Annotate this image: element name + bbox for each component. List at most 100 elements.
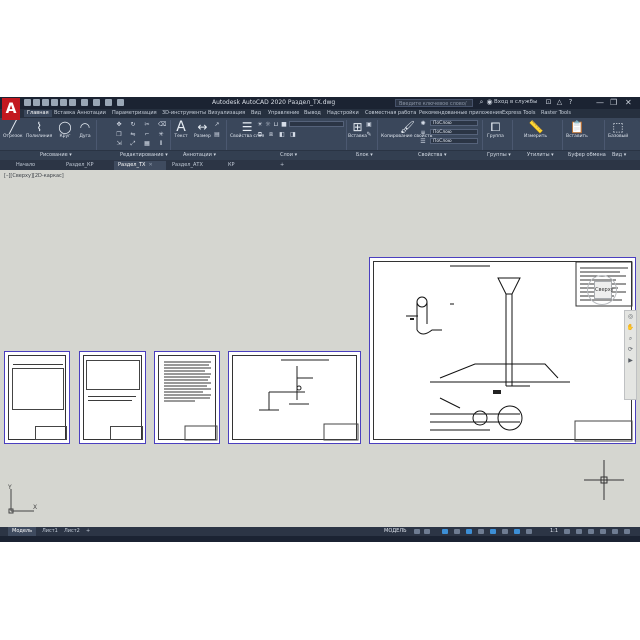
create-block-icon[interactable]: ▣: [366, 122, 372, 128]
viewcube-face[interactable]: Сверху: [594, 281, 614, 299]
add-layout-button[interactable]: +: [82, 527, 94, 536]
tab-insert[interactable]: Вставка: [54, 110, 75, 117]
tab-manage[interactable]: Управление: [268, 110, 299, 117]
panel-utilities[interactable]: Утилиты ▾: [527, 152, 554, 158]
offset-icon[interactable]: ⫴: [158, 141, 164, 147]
layer-dropdown[interactable]: [289, 121, 344, 127]
mirror-icon[interactable]: ⇋: [130, 132, 136, 138]
open-file-icon[interactable]: [33, 99, 40, 106]
tab-annotate[interactable]: Аннотации: [77, 110, 106, 117]
sun-icon[interactable]: ☼: [265, 122, 271, 128]
layer-off-icon[interactable]: ◨: [290, 132, 296, 138]
circle-tool[interactable]: ◯ Круг: [58, 120, 72, 139]
tab-raster-tools[interactable]: Raster Tools: [541, 110, 571, 117]
line-tool[interactable]: ╱ Отрезок: [3, 120, 23, 139]
new-file-icon[interactable]: [24, 99, 31, 106]
panel-draw[interactable]: Рисование ▾: [40, 152, 72, 158]
web-mobile-icon[interactable]: [60, 99, 67, 106]
isolate-objects-icon[interactable]: [600, 529, 606, 534]
viewcube[interactable]: Сверху: [587, 275, 617, 305]
dimension-tool[interactable]: ↔ Размер: [194, 120, 211, 139]
zoom-icon[interactable]: ⌕: [625, 333, 636, 344]
copy-icon[interactable]: ❐: [116, 132, 122, 138]
file-tab-kr-section[interactable]: Раздел_КР: [62, 161, 98, 170]
trim-icon[interactable]: ✂: [144, 122, 150, 128]
osnap-icon[interactable]: [490, 529, 496, 534]
quick-access-dropdown-icon[interactable]: [117, 99, 124, 106]
lineweight-dropdown[interactable]: ПоСлою: [430, 138, 478, 144]
color-square-icon[interactable]: ■: [281, 122, 287, 128]
new-tab-button[interactable]: +: [276, 161, 288, 170]
undo-icon[interactable]: [81, 99, 88, 106]
share-icon[interactable]: [105, 99, 112, 106]
search-icon[interactable]: ⌕: [478, 99, 485, 106]
signin-button[interactable]: Вход в службы: [494, 99, 537, 105]
viewport-controls[interactable]: [–][Сверху][2D-каркас]: [4, 173, 64, 179]
arc-tool[interactable]: ◠ Дуга: [78, 120, 92, 139]
orbit-icon[interactable]: ⟳: [625, 344, 636, 355]
panel-annotation[interactable]: Аннотации ▾: [183, 152, 216, 158]
file-tab-tx-section[interactable]: Раздел_ТХ ✕: [114, 161, 166, 170]
tab-layout1[interactable]: Лист1: [38, 527, 62, 536]
rotate-icon[interactable]: ↻: [130, 122, 136, 128]
search-input[interactable]: Введите ключевое слово/фразу: [395, 99, 473, 115]
linetype-dropdown[interactable]: ПоСлою: [430, 129, 478, 135]
close-tab-icon[interactable]: ✕: [148, 162, 152, 168]
tab-express-tools[interactable]: Express Tools: [502, 110, 535, 117]
group-tool[interactable]: ⧠ Группа: [487, 120, 504, 139]
help-icon[interactable]: ?: [567, 99, 574, 106]
pan-icon[interactable]: ✋: [625, 322, 636, 333]
drawing-sheet[interactable]: [79, 351, 146, 444]
tab-view[interactable]: Вид: [251, 110, 261, 117]
panel-view[interactable]: Вид ▾: [612, 152, 626, 158]
workspace-gear-icon[interactable]: [564, 529, 570, 534]
autocad-logo[interactable]: A: [2, 98, 20, 120]
steering-wheel-icon[interactable]: ◎: [625, 311, 636, 322]
fullscreen-icon[interactable]: [612, 529, 618, 534]
drawing-sheet[interactable]: [4, 351, 70, 444]
table-icon[interactable]: ▤: [214, 132, 220, 138]
snap-icon[interactable]: [424, 529, 430, 534]
tab-3d-tools[interactable]: 3D-инструменты: [162, 110, 206, 117]
tab-collaborate[interactable]: Совместная работа: [365, 110, 416, 117]
layer-tool-icon[interactable]: ⧉: [257, 132, 263, 138]
polar-icon[interactable]: [454, 529, 460, 534]
plot-icon[interactable]: [69, 99, 76, 106]
base-view-tool[interactable]: ⬚ Базовый: [608, 120, 628, 139]
hardware-accel-icon[interactable]: [588, 529, 594, 534]
move-icon[interactable]: ✥: [116, 122, 122, 128]
maximize-button[interactable]: ❐: [610, 98, 617, 107]
layer-iso-icon[interactable]: ◧: [279, 132, 285, 138]
tab-home[interactable]: Главная: [24, 110, 52, 117]
drawing-canvas[interactable]: [–][Сверху][2D-каркас] Сверху ◎ ✋ ⌕ ⟳ ▶ …: [0, 170, 640, 527]
paste-tool[interactable]: 📋 Вставить: [566, 120, 588, 139]
layer-match-icon[interactable]: ⧈: [268, 132, 274, 138]
tab-layout2[interactable]: Лист2: [60, 527, 84, 536]
bulb-icon[interactable]: ☀: [257, 122, 263, 128]
measure-tool[interactable]: 📏 Измерить: [524, 120, 547, 139]
drawing-sheet[interactable]: [228, 351, 361, 444]
tab-addins[interactable]: Надстройки: [327, 110, 359, 117]
panel-clipboard[interactable]: Буфер обмена: [568, 152, 606, 158]
model-space-toggle[interactable]: МОДЕЛЬ: [384, 527, 407, 536]
explode-icon[interactable]: ✳: [158, 132, 164, 138]
lock-icon[interactable]: ⊔: [273, 122, 279, 128]
color-dropdown[interactable]: ПоСлою: [430, 120, 478, 126]
save-icon[interactable]: [42, 99, 49, 106]
showmotion-icon[interactable]: ▶: [625, 355, 636, 366]
cart-icon[interactable]: ⊡: [545, 99, 552, 106]
panel-modify[interactable]: Редактирование ▾: [120, 152, 168, 158]
tab-parametric[interactable]: Параметризация: [112, 110, 157, 117]
autoscale-icon[interactable]: [526, 529, 532, 534]
file-tab-atx-section[interactable]: Раздел_АТХ: [168, 161, 207, 170]
grid-icon[interactable]: [414, 529, 420, 534]
ortho-icon[interactable]: [442, 529, 448, 534]
leader-icon[interactable]: ↗: [214, 122, 220, 128]
array-icon[interactable]: ▦: [144, 141, 150, 147]
drawing-sheet[interactable]: [154, 351, 220, 444]
close-button[interactable]: ✕: [625, 98, 632, 107]
otrack-icon[interactable]: [478, 529, 484, 534]
isodraft-icon[interactable]: [466, 529, 472, 534]
lineweight-toggle-icon[interactable]: [502, 529, 508, 534]
erase-icon[interactable]: ⌫: [158, 122, 166, 128]
